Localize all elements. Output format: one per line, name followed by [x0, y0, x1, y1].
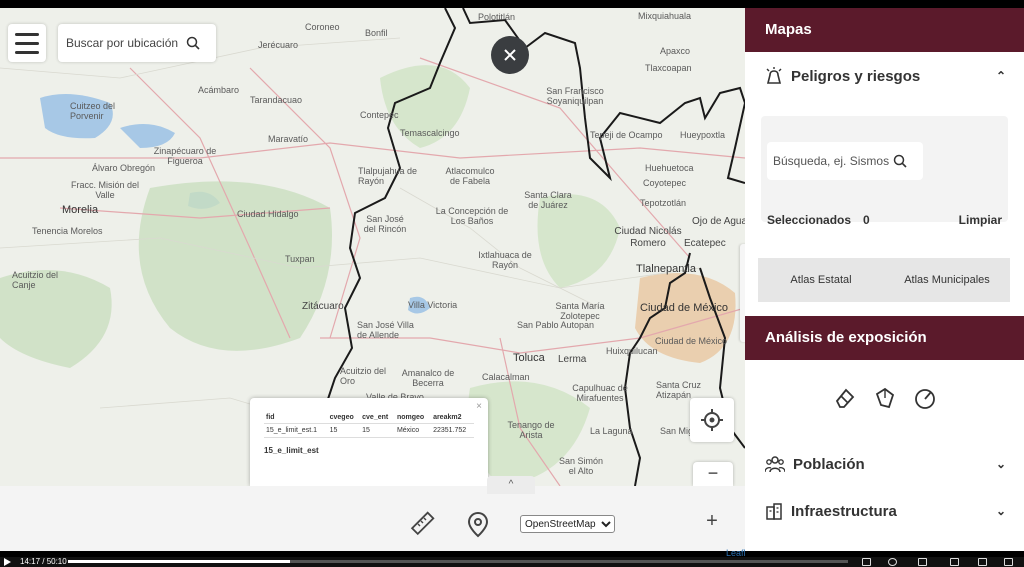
section-peligros-riesgos[interactable]: Peligros y riesgos ⌃ [745, 55, 1024, 97]
play-icon[interactable] [4, 558, 11, 566]
polygon-icon [875, 387, 894, 409]
table-cell: 22351.752 [431, 423, 474, 438]
forest [0, 270, 112, 368]
search-icon[interactable] [186, 36, 200, 50]
attribute-table: fid cvegeo cve_ent nomgeo areakm2 15_e_l… [264, 412, 474, 438]
screen: Coroneo Jerécuaro Bonfil Polotitlán Mixq… [0, 0, 1024, 567]
layer-name: 15_e_limit_est [264, 446, 319, 455]
lake [408, 296, 430, 314]
menu-button[interactable] [8, 24, 46, 62]
lake [40, 94, 113, 139]
fullscreen-icon[interactable] [1004, 558, 1013, 566]
crosshair-icon [701, 409, 723, 431]
forest [138, 181, 332, 351]
chevron-down-icon[interactable]: ⌄ [996, 457, 1006, 471]
hamburger-icon-line [15, 41, 39, 45]
feature-popup: × fid cvegeo cve_ent nomgeo areakm2 15_e… [250, 398, 488, 486]
exposure-tools [745, 386, 1024, 418]
settings-icon[interactable] [888, 558, 897, 566]
hamburger-icon-line [15, 50, 39, 54]
sidebar: Mapas Peligros y riesgos ⌃ Seleccionados… [745, 8, 1024, 551]
alert-icon [766, 67, 782, 84]
building-icon [766, 503, 782, 520]
people-icon [765, 456, 785, 473]
map-toolbar [0, 486, 745, 551]
close-icon [504, 49, 516, 61]
chevron-up-icon: ^ [508, 479, 514, 490]
risk-search[interactable] [767, 142, 923, 180]
search-icon[interactable] [893, 154, 907, 168]
polygon-tool-button[interactable] [873, 386, 897, 410]
location-search-input[interactable] [66, 36, 186, 50]
popup-close-button[interactable]: × [476, 401, 482, 412]
table-header-row: fid cvegeo cve_ent nomgeo areakm2 [264, 412, 474, 424]
sidebar-title: Mapas [745, 8, 1024, 52]
clear-button[interactable]: Limpiar [959, 213, 1002, 227]
table-cell: 15 [360, 423, 395, 438]
toolbar-toggle[interactable]: ^ [487, 476, 535, 494]
selection-row: Seleccionados 0 Limpiar [767, 213, 1002, 227]
cast-icon[interactable] [978, 558, 987, 566]
forest [537, 194, 620, 288]
section-poblacion[interactable]: Población ⌄ [745, 443, 1024, 485]
zoom-out-button[interactable]: − [693, 462, 733, 486]
column-header: cve_ent [362, 414, 389, 421]
ruler-icon [410, 511, 435, 536]
lake [120, 124, 175, 148]
location-search[interactable] [58, 24, 216, 62]
section-label: Peligros y riesgos [791, 67, 921, 85]
tab-atlas-municipales[interactable]: Atlas Municipales [884, 274, 1010, 286]
add-button[interactable]: + [700, 510, 724, 536]
table-cell: México [394, 423, 432, 438]
table-cell: 15 [327, 423, 361, 438]
risk-search-input[interactable] [773, 154, 893, 168]
chevron-down-icon[interactable]: ⌄ [996, 504, 1006, 518]
locate-button[interactable] [690, 398, 734, 442]
section-label: Población [793, 455, 865, 473]
table-row: 15_e_limit_est.1 15 15 México 22351.752 [264, 423, 474, 438]
video-player-bar: 14:17 / 50:10 [0, 557, 1024, 567]
basemap-select[interactable]: OpenStreetMap [520, 515, 615, 533]
map-pin-icon [467, 511, 489, 538]
tab-atlas-estatal[interactable]: Atlas Estatal [758, 274, 884, 286]
hamburger-icon-line [15, 32, 39, 36]
video-progress[interactable] [68, 560, 848, 563]
atlas-tabs: Atlas Estatal Atlas Municipales [758, 258, 1010, 302]
miniplayer-icon[interactable] [950, 558, 959, 566]
section-infraestructura[interactable]: Infraestructura ⌄ [745, 490, 1024, 532]
column-header: fid [266, 414, 275, 421]
measure-button[interactable] [408, 510, 436, 538]
playlist-icon[interactable] [862, 558, 871, 566]
close-button[interactable] [491, 36, 529, 74]
eraser-icon [835, 388, 854, 408]
video-progress-fill [68, 560, 291, 563]
radius-icon [914, 389, 935, 409]
column-header: cvegeo [329, 414, 354, 421]
selected-label: Seleccionados [767, 213, 852, 227]
exposure-title: Análisis de exposición [745, 316, 1024, 360]
selected-count: 0 [863, 213, 870, 227]
radius-tool-button[interactable] [913, 386, 937, 410]
marker-button[interactable] [464, 510, 492, 538]
video-time: 14:17 / 50:10 [20, 557, 67, 566]
eraser-tool-button[interactable] [833, 386, 857, 410]
section-label: Infraestructura [791, 502, 897, 520]
chevron-up-icon[interactable]: ⌃ [996, 69, 1006, 83]
subtitles-icon[interactable] [918, 558, 927, 566]
column-header: areakm2 [433, 414, 462, 421]
table-cell: 15_e_limit_est.1 [264, 423, 328, 438]
column-header: nomgeo [396, 414, 425, 421]
